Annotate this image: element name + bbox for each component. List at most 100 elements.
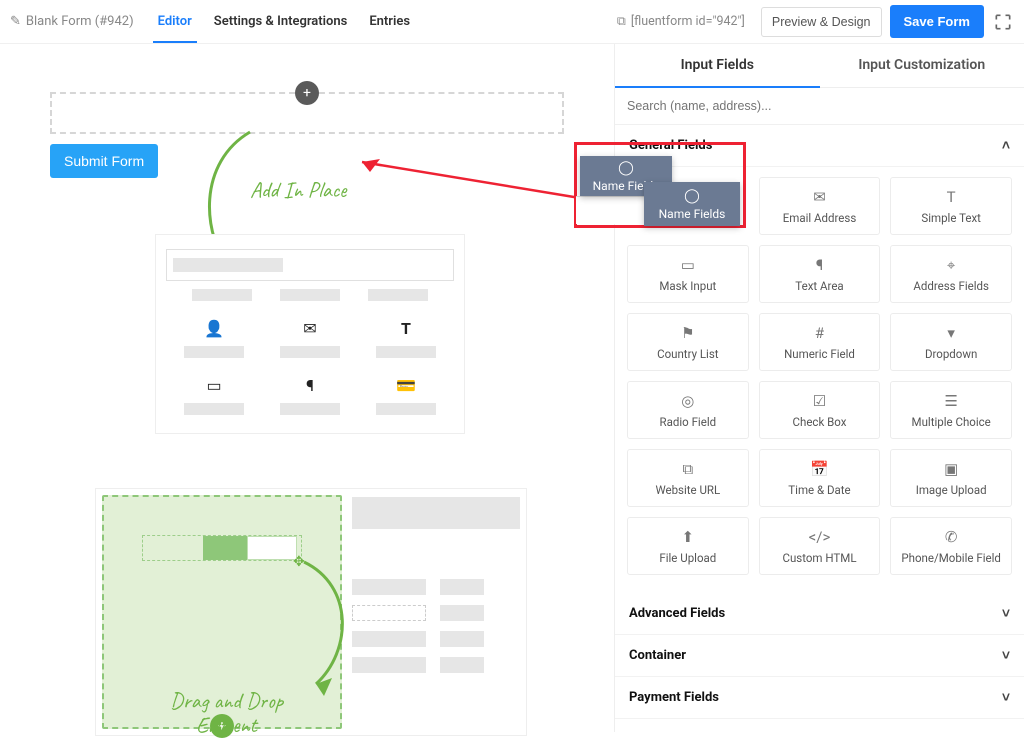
drag-ghost-bg <box>576 196 644 224</box>
shortcode-text: [fluentform id="942"] <box>631 14 745 29</box>
chevron-down-icon: ˅ <box>1002 605 1010 622</box>
form-canvas: + Submit Form Add In Place 👤 ✉ T ▭ ¶ 💳 <box>0 44 614 732</box>
field-text-area[interactable]: ¶ Text Area <box>759 245 881 303</box>
right-tools: ⧉ [fluentform id="942"] Preview & Design… <box>609 5 1014 38</box>
field-address-fields[interactable]: ⌖ Address Fields <box>890 245 1012 303</box>
tab-input-customization[interactable]: Input Customization <box>820 44 1024 88</box>
tab-entries[interactable]: Entries <box>367 1 412 42</box>
section-title: Advanced Fields <box>629 606 725 621</box>
field-check-box[interactable]: ☑ Check Box <box>759 381 881 439</box>
paragraph-icon: ¶ <box>306 376 314 395</box>
flag-icon: ⚑ <box>681 324 694 342</box>
up-icon: ⬆ <box>682 528 695 546</box>
mail-icon: ✉ <box>813 188 826 206</box>
field-label: File Upload <box>659 551 716 565</box>
search-input[interactable] <box>615 88 1024 125</box>
text-icon: T <box>401 319 411 338</box>
field-label: Text Area <box>795 279 843 293</box>
field-website-url[interactable]: ⧉ Website URL <box>627 449 749 507</box>
phone-icon: ✆ <box>945 528 958 546</box>
chevron-up-icon: ˄ <box>1002 137 1010 154</box>
section-title: Container <box>629 648 686 663</box>
tab-input-fields[interactable]: Input Fields <box>615 44 820 88</box>
topbar: ✎ Blank Form (#942) Editor Settings & In… <box>0 0 1024 44</box>
hint-add-in-place: Add In Place <box>250 176 346 204</box>
chevron-down-icon: ˅ <box>1002 689 1010 706</box>
fullscreen-icon[interactable] <box>992 11 1014 33</box>
field-time-date[interactable]: 📅 Time & Date <box>759 449 881 507</box>
section-advanced-fields[interactable]: Advanced Fields ˅ <box>615 593 1024 635</box>
drag-tile-label: Name Fields <box>659 207 726 221</box>
field-file-upload[interactable]: ⬆ File Upload <box>627 517 749 575</box>
preview-design-button[interactable]: Preview & Design <box>761 7 882 37</box>
field-label: Multiple Choice <box>912 415 991 429</box>
section-payment-fields[interactable]: Payment Fields ˅ <box>615 677 1024 719</box>
person-icon: 👤 <box>204 319 224 338</box>
field-label: Dropdown <box>925 347 977 361</box>
field-label: Time & Date <box>788 483 850 497</box>
move-handle-icon: ✥ <box>293 554 311 572</box>
para-icon: ¶ <box>816 256 823 274</box>
chevron-down-icon: ˅ <box>1002 647 1010 664</box>
field-label: Check Box <box>793 415 847 429</box>
dragging-field[interactable]: ◯ Name Fields <box>644 182 740 226</box>
check-icon: ☑ <box>813 392 826 410</box>
card-icon: ▭ <box>206 376 221 395</box>
img-icon: ▣ <box>944 460 958 478</box>
shortcode-box[interactable]: ⧉ [fluentform id="942"] <box>609 9 753 34</box>
field-mask-input[interactable]: ▭ Mask Input <box>627 245 749 303</box>
field-custom-html[interactable]: </> Custom HTML <box>759 517 881 575</box>
copy-icon: ⧉ <box>617 14 626 29</box>
annotation-arrow <box>352 156 584 202</box>
pencil-icon: ✎ <box>10 14 21 29</box>
mail-icon: ✉ <box>303 319 316 338</box>
mask-icon: ▭ <box>681 256 695 274</box>
save-form-button[interactable]: Save Form <box>890 5 984 38</box>
add-in-place-button[interactable]: + <box>295 81 319 105</box>
credit-icon: 💳 <box>396 376 416 395</box>
general-fields-grid: ⊙Name Fields✉Email AddressTSimple Text▭M… <box>615 167 1024 593</box>
cal-icon: 📅 <box>810 460 829 478</box>
field-label: Numeric Field <box>784 347 855 361</box>
form-title[interactable]: ✎ Blank Form (#942) <box>10 14 134 29</box>
field-image-upload[interactable]: ▣Image Upload <box>890 449 1012 507</box>
hash-icon: # <box>815 324 824 342</box>
illustration-form-preview: 👤 ✉ T ▭ ¶ 💳 <box>155 234 465 434</box>
drop-icon: ▾ <box>947 324 955 342</box>
pin-icon: ⌖ <box>947 256 955 274</box>
link-icon: ⧉ <box>682 460 693 478</box>
submit-form-button[interactable]: Submit Form <box>50 144 158 178</box>
form-title-text: Blank Form (#942) <box>26 14 134 29</box>
section-title: Payment Fields <box>629 690 719 705</box>
field-search[interactable] <box>615 88 1024 125</box>
dropzone[interactable]: + <box>50 92 564 134</box>
field-label: Website URL <box>655 483 720 497</box>
header-tabs: Editor Settings & Integrations Entries <box>156 1 609 42</box>
field-phone-mobile-field[interactable]: ✆ Phone/Mobile Field <box>890 517 1012 575</box>
section-container[interactable]: Container ˅ <box>615 635 1024 677</box>
code-icon: </> <box>809 528 831 546</box>
field-label: Radio Field <box>660 415 717 429</box>
field-label: Address Fields <box>913 279 989 293</box>
text-icon: T <box>947 188 956 206</box>
field-label: Email Address <box>783 211 857 225</box>
field-label: Mask Input <box>659 279 716 293</box>
field-country-list[interactable]: ⚑ Country List <box>627 313 749 371</box>
field-label: Phone/Mobile Field <box>901 551 1000 565</box>
field-label: Custom HTML <box>782 551 856 565</box>
person-icon: ◯ <box>618 160 634 176</box>
field-email-address[interactable]: ✉ Email Address <box>759 177 881 235</box>
tab-editor[interactable]: Editor <box>156 1 194 42</box>
field-multiple-choice[interactable]: ☰Multiple Choice <box>890 381 1012 439</box>
field-dropdown[interactable]: ▾ Dropdown <box>890 313 1012 371</box>
tab-settings[interactable]: Settings & Integrations <box>212 1 350 42</box>
field-simple-text[interactable]: T Simple Text <box>890 177 1012 235</box>
person-icon: ◯ <box>684 188 700 204</box>
field-label: Simple Text <box>921 211 981 225</box>
field-numeric-field[interactable]: # Numeric Field <box>759 313 881 371</box>
field-label: Country List <box>657 347 718 361</box>
field-radio-field[interactable]: ◎ Radio Field <box>627 381 749 439</box>
radio-icon: ◎ <box>681 392 694 410</box>
hint-drag-drop: Drag and Drop Element <box>170 689 283 737</box>
illustration-drag-drop: ✥ + <box>95 488 527 736</box>
